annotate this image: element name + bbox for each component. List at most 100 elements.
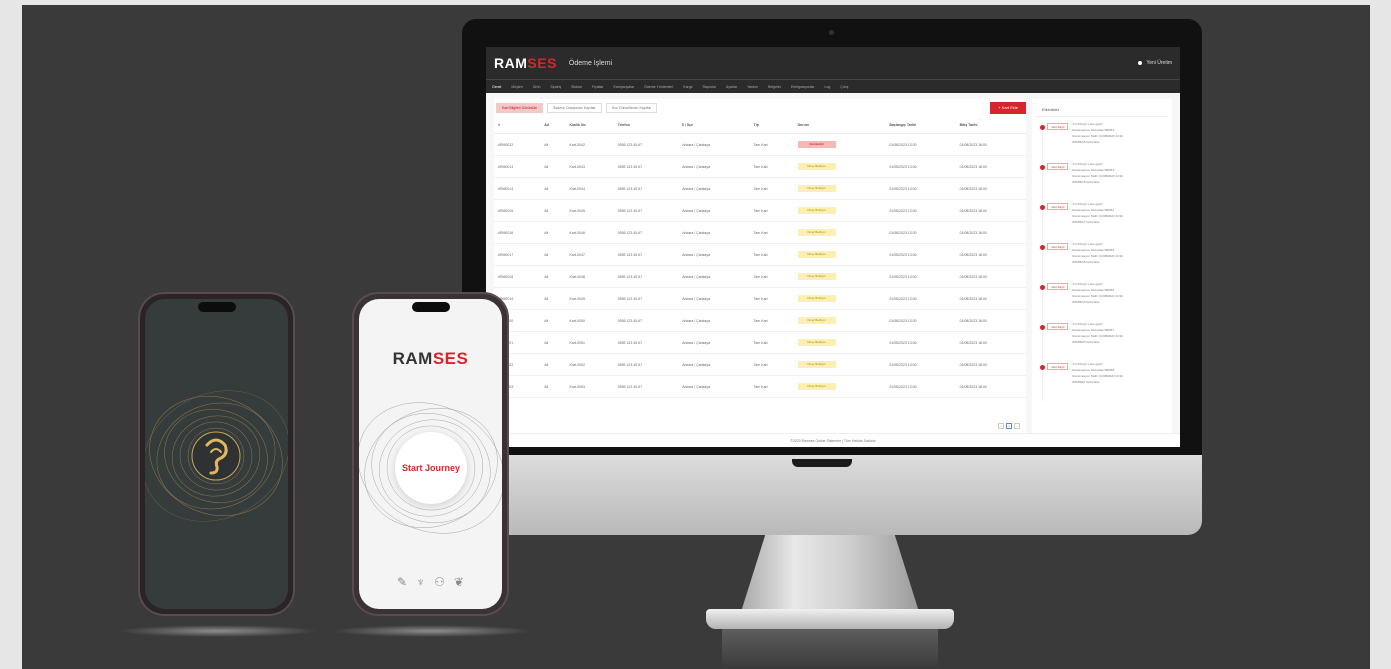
timeline-line[interactable]: #RM0020 Görüntüle bbox=[1072, 339, 1122, 345]
table-row[interactable]: #RM0012 Ali Kart-0042 0555 123 45 67 Ankara … bbox=[494, 133, 1026, 156]
table-row[interactable]: #RM0023AliKart-00530555 123 45 67Ankara … bbox=[494, 375, 1026, 398]
nav-item[interactable]: Müşteri bbox=[511, 85, 522, 89]
timeline-line[interactable]: #RM0021 Görüntüle bbox=[1072, 379, 1122, 385]
cell-id: #RM0013 bbox=[494, 155, 541, 178]
cell-phone: 0555 123 45 67 bbox=[613, 353, 679, 376]
column-header[interactable]: Telefon bbox=[613, 117, 679, 134]
timeline-line[interactable]: #RM0017 Görüntüle bbox=[1072, 219, 1122, 225]
column-header[interactable]: Başlangıç Tarihi bbox=[885, 117, 956, 134]
timeline-item[interactable]: Yeni Kayıt Tur #15 git 1 kuş geçiti Rezerv… bbox=[1040, 241, 1168, 281]
cell-status: Onay Bekliyor bbox=[793, 331, 886, 354]
table-row[interactable]: #RM0014 Ali Kart-0044 0555 123 45 67 Ankara … bbox=[494, 177, 1026, 200]
status-badge: Onay Bekliyor bbox=[797, 251, 836, 258]
nav-item[interactable]: Entegrasyonlar bbox=[791, 85, 815, 89]
nav-item[interactable]: Ürün bbox=[533, 85, 541, 89]
cell-end: 01/08/2023 18:00 bbox=[955, 133, 1026, 156]
timeline-item[interactable]: Yeni Kayıt Tur #15 git 1 kuş geçiti Rezerv… bbox=[1040, 161, 1168, 201]
filter-card-info[interactable]: Kart Bilgileri Görüntüle bbox=[496, 103, 544, 113]
cell-end: 01/08/2023 18:00 bbox=[955, 353, 1026, 376]
timeline-item[interactable]: Yeni Kayıt Tur #15 git 1 kuş geçiti Rezerv… bbox=[1040, 121, 1168, 161]
people-icon[interactable]: ⚇ bbox=[434, 575, 445, 589]
nav-item[interactable]: Kargo bbox=[683, 85, 692, 89]
status-badge: Onay Bekliyor bbox=[797, 207, 836, 214]
table-row[interactable]: #RM0015 Ali Kart-0045 0555 123 45 67 Ankara … bbox=[494, 199, 1026, 222]
app-logo[interactable]: RAMSES bbox=[494, 55, 557, 71]
cell-id: #RM0014 bbox=[494, 177, 541, 200]
timeline-line[interactable]: #RM0018 Görüntüle bbox=[1072, 259, 1122, 265]
timeline-details: Tur #15 git 1 kuş geçiti Rezervasyon Numa… bbox=[1072, 281, 1122, 321]
trophy-icon[interactable]: ♆ bbox=[416, 575, 425, 589]
cell-end: 01/08/2023 18:00 bbox=[955, 287, 1026, 310]
column-header[interactable]: Ad bbox=[540, 117, 566, 134]
next-page-button[interactable]: › bbox=[1014, 423, 1020, 429]
table-row[interactable]: #RM0016 Ali Kart-0046 0555 123 45 67 Ankara … bbox=[494, 221, 1026, 244]
cell-name: Ali bbox=[540, 309, 566, 332]
timeline-item[interactable]: Yeni Kayıt Tur #15 git 1 kuş geçiti Rezerv… bbox=[1040, 281, 1168, 321]
column-header[interactable]: Bitiş Tarihi bbox=[955, 117, 1026, 134]
cell-name: Ali bbox=[540, 133, 566, 156]
nav-item[interactable]: Log bbox=[825, 85, 831, 89]
table-row[interactable]: #RM0013 Ali Kart-0043 0555 123 45 67 Ankara … bbox=[494, 155, 1026, 178]
nav-item[interactable]: Fiyatlar bbox=[592, 85, 603, 89]
table-row[interactable]: #RM0022AliKart-00520555 123 45 67Ankara … bbox=[494, 353, 1026, 376]
user-menu[interactable]: Yeni Üretim bbox=[1138, 60, 1172, 66]
filter-approved[interactable]: Sadece Onaylanan Kayıtlar bbox=[547, 103, 602, 113]
timeline-item[interactable]: Yeni Kayıt Tur #15 git 1 kuş geçiti Rezerv… bbox=[1040, 361, 1168, 401]
nav-item[interactable]: Sipariş bbox=[550, 85, 561, 89]
nav-item[interactable]: Ayarlar bbox=[726, 85, 737, 89]
timeline-tag: Yeni Kayıt bbox=[1047, 283, 1069, 290]
nav-item[interactable]: Stoklar bbox=[571, 85, 582, 89]
cell-start: 01/08/2023 13:30 bbox=[885, 375, 956, 398]
start-journey-button[interactable]: Start Journey bbox=[395, 432, 467, 504]
column-header[interactable]: İl / İlçe bbox=[678, 117, 750, 134]
nav-item[interactable]: Ödeme Yöntemleri bbox=[644, 85, 673, 89]
column-header[interactable]: Durum bbox=[793, 117, 886, 134]
status-badge: Onay Bekliyor bbox=[797, 361, 836, 368]
content-area: Kart Bilgileri Görüntüle Sadece Onaylana… bbox=[486, 93, 1180, 433]
filter-recent[interactable]: Son Güncellenen Kayıtlar bbox=[605, 103, 658, 113]
timeline-line[interactable]: #RM0015 Görüntüle bbox=[1072, 139, 1122, 145]
cell-loc: Ankara / Çankaya bbox=[678, 177, 750, 200]
table-row[interactable]: #RM0018 Ali Kart-0048 0555 123 45 67 Ankara … bbox=[494, 265, 1026, 288]
nav-item[interactable]: Yardım bbox=[747, 85, 758, 89]
table-row[interactable]: #RM0017 Ali Kart-0047 0555 123 45 67 Ankara … bbox=[494, 243, 1026, 266]
timeline-line[interactable]: #RM0016 Görüntüle bbox=[1072, 179, 1122, 185]
status-badge: Onay Bekliyor bbox=[797, 229, 836, 236]
cell-type: Tam Kart bbox=[749, 177, 794, 200]
status-badge: Onay Bekliyor bbox=[797, 339, 836, 346]
cell-loc: Ankara / Çankaya bbox=[678, 353, 750, 376]
column-header[interactable]: # bbox=[494, 117, 541, 134]
pagination: ‹ 1 › bbox=[998, 423, 1020, 429]
cell-id: #RM0018 bbox=[494, 265, 541, 288]
table-row[interactable]: #RM0020AliKart-00500555 123 45 67Ankara … bbox=[494, 309, 1026, 332]
status-badge: Onay Bekliyor bbox=[797, 383, 836, 390]
cell-phone: 0555 123 45 67 bbox=[613, 375, 679, 398]
nav-item[interactable]: Raporlar bbox=[703, 85, 716, 89]
timeline-item[interactable]: Yeni Kayıt Tur #15 git 1 kuş geçiti Rezerv… bbox=[1040, 201, 1168, 241]
timeline-line[interactable]: #RM0019 Görüntüle bbox=[1072, 299, 1122, 305]
cell-end: 01/08/2023 18:00 bbox=[955, 155, 1026, 178]
cell-status: Onay Bekliyor bbox=[793, 265, 886, 288]
wand-icon[interactable]: ✎ bbox=[397, 575, 407, 589]
table-header: # Ad Kimlik No Telefon İl / İlçe Tip Durum Başl… bbox=[494, 117, 1026, 134]
cell-phone: 0555 123 45 67 bbox=[613, 155, 679, 178]
status-badge: Onay Bekliyor bbox=[797, 163, 836, 170]
column-header[interactable]: Tip bbox=[749, 117, 794, 134]
page-1-button[interactable]: 1 bbox=[1006, 423, 1012, 429]
timeline-list: Yeni Kayıt Tur #15 git 1 kuş geçiti Rezerv… bbox=[1036, 121, 1168, 401]
table-row[interactable]: #RM0019 Ali Kart-0049 0555 123 45 67 Ankara … bbox=[494, 287, 1026, 310]
add-card-button[interactable]: + Kart Ekle bbox=[990, 102, 1026, 114]
phone-left-screen bbox=[145, 299, 288, 609]
table-row[interactable]: #RM0021AliKart-00510555 123 45 67Ankara … bbox=[494, 331, 1026, 354]
cell-end: 01/08/2023 18:00 bbox=[955, 265, 1026, 288]
column-header[interactable]: Kimlik No bbox=[565, 117, 614, 134]
timeline-item[interactable]: Yeni Kayıt Tur #15 git 1 kuş geçiti Rezerv… bbox=[1040, 321, 1168, 361]
leaf-icon[interactable]: ❦ bbox=[454, 575, 464, 589]
prev-page-button[interactable]: ‹ bbox=[998, 423, 1004, 429]
cell-loc: Ankara / Çankaya bbox=[678, 309, 750, 332]
nav-item[interactable]: Kampanyalar bbox=[614, 85, 635, 89]
nav-item[interactable]: Genel bbox=[492, 85, 501, 89]
cell-start: 01/08/2023 13:30 bbox=[885, 243, 956, 266]
nav-item[interactable]: Çıkış bbox=[840, 85, 848, 89]
nav-item[interactable]: Belgeler bbox=[768, 85, 781, 89]
